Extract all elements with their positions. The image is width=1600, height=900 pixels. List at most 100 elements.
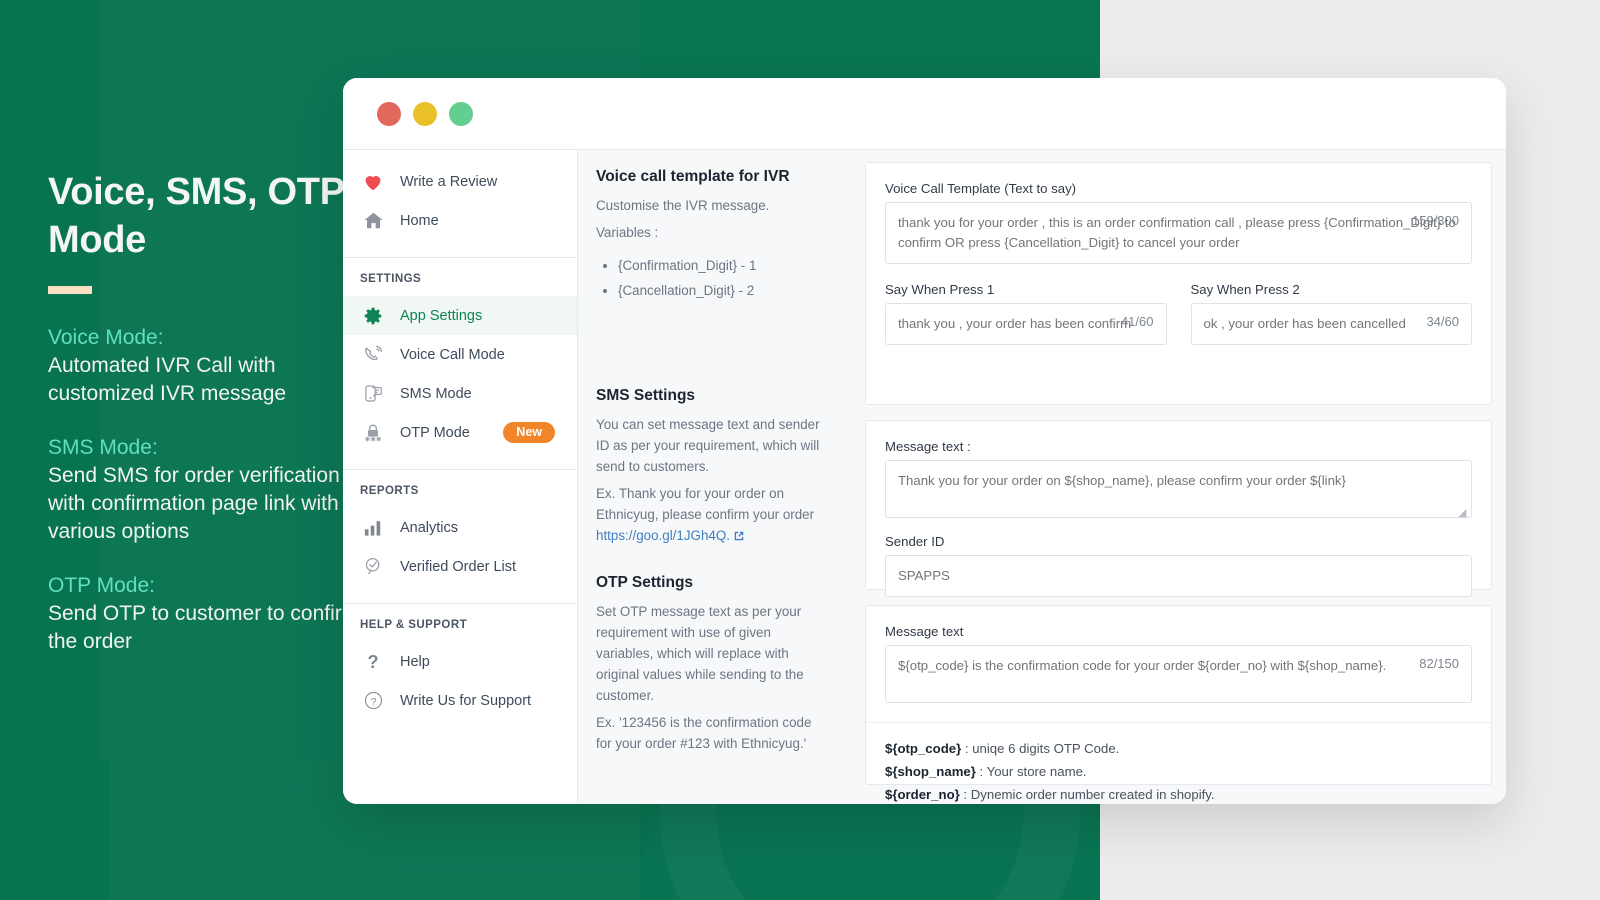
otp-message-char-count: 82/150 xyxy=(1419,656,1459,671)
sidebar-item-label: Home xyxy=(400,212,439,229)
svg-text:?: ? xyxy=(367,652,378,672)
promo-block-otp: OTP Mode: Send OTP to customer to confir… xyxy=(48,572,378,656)
voice-template-label: Voice Call Template (Text to say) xyxy=(885,181,1077,196)
section-title-otp: OTP Settings xyxy=(596,574,694,591)
say-when-press-2-group: Say When Press 2 34/60 xyxy=(1190,282,1472,345)
promo-block-sms: SMS Mode: Send SMS for order verificatio… xyxy=(48,434,378,546)
sidebar-item-label: Analytics xyxy=(400,519,459,536)
sms-message-label: Message text : xyxy=(885,439,971,454)
phone-call-icon xyxy=(360,344,386,366)
sidebar-item-app-settings[interactable]: App Settings xyxy=(343,296,577,335)
list-item: ${otp_code} : uniqe 6 digits OTP Code. xyxy=(885,737,1472,760)
external-link-icon xyxy=(733,527,745,548)
sms-message-field-wrap: ◢ xyxy=(885,460,1472,523)
sidebar-group-label-settings: SETTINGS xyxy=(360,273,422,285)
section-desc-sms: You can set message text and sender ID a… xyxy=(596,417,820,474)
minimize-window-button[interactable] xyxy=(413,101,437,126)
list-item: {Cancellation_Digit} - 2 xyxy=(618,278,829,303)
press2-label: Say When Press 2 xyxy=(1190,282,1300,297)
sidebar-item-voice-call-mode[interactable]: Voice Call Mode xyxy=(343,335,577,374)
list-item: {Confirmation_Digit} - 1 xyxy=(618,253,829,278)
settings-description-column: Voice call template for IVR Customise th… xyxy=(578,149,853,804)
variable-name: ${otp_code} xyxy=(885,741,962,756)
promo-block-desc: Automated IVR Call with customized IVR m… xyxy=(48,354,287,405)
sidebar-item-write-a-review[interactable]: Write a Review xyxy=(343,162,577,201)
promo-block-title: SMS Mode: xyxy=(48,436,158,459)
sidebar-item-write-us-for-support[interactable]: ? Write Us for Support xyxy=(343,681,577,720)
svg-text:✱✱✱: ✱✱✱ xyxy=(365,436,382,443)
section-title-voice: Voice call template for IVR xyxy=(596,168,790,185)
section-example-otp: Ex. '123456 is the confirmation code for… xyxy=(596,715,812,751)
svg-text:?: ? xyxy=(370,696,376,708)
sidebar-item-label: Write a Review xyxy=(400,173,498,190)
promo-block-desc: Send SMS for order verification with con… xyxy=(48,464,340,543)
section-desc-otp: Set OTP message text as per your require… xyxy=(596,604,804,703)
sidebar-item-help[interactable]: ? Help xyxy=(343,642,577,681)
sms-section-description: SMS Settings You can set message text an… xyxy=(596,387,829,548)
list-item: ${shop_name} : Your store name. xyxy=(885,760,1472,783)
sms-message-input[interactable] xyxy=(885,460,1472,518)
voice-template-char-count: 159/300 xyxy=(1412,213,1459,228)
bar-chart-icon xyxy=(360,517,386,539)
sms-sender-input[interactable] xyxy=(885,555,1472,597)
otp-variables-legend: ${otp_code} : uniqe 6 digits OTP Code. $… xyxy=(866,722,1491,804)
variables-label-voice: Variables : xyxy=(596,225,659,240)
sidebar-item-label: SMS Mode xyxy=(400,385,472,402)
voice-settings-card: Voice Call Template (Text to say) 159/30… xyxy=(865,162,1492,405)
sidebar-item-home[interactable]: Home xyxy=(343,201,577,240)
sidebar-item-label: Help xyxy=(400,653,430,670)
sidebar-group-label-help: HELP & SUPPORT xyxy=(360,619,468,631)
home-icon xyxy=(360,210,386,232)
app-window: Write a Review Home SETTINGS App Setting… xyxy=(343,78,1506,804)
section-title-sms: SMS Settings xyxy=(596,387,696,404)
variables-list-voice: {Confirmation_Digit} - 1 {Cancellation_D… xyxy=(618,253,829,303)
question-mark-icon: ? xyxy=(360,651,386,673)
variable-desc: : Dynemic order number created in shopif… xyxy=(959,787,1215,802)
settings-form-column: Voice Call Template (Text to say) 159/30… xyxy=(853,149,1506,804)
press2-char-count: 34/60 xyxy=(1426,314,1459,329)
promo-block-voice: Voice Mode: Automated IVR Call with cust… xyxy=(48,324,378,408)
sms-sender-label: Sender ID xyxy=(885,534,945,549)
sidebar-item-analytics[interactable]: Analytics xyxy=(343,508,577,547)
press1-char-count: 41/60 xyxy=(1120,314,1154,329)
maximize-window-button[interactable] xyxy=(449,101,473,126)
promo-block-title: Voice Mode: xyxy=(48,326,164,349)
sidebar-item-verified-order-list[interactable]: Verified Order List xyxy=(343,547,577,586)
voice-template-input[interactable] xyxy=(885,202,1472,264)
voice-template-field-wrap: 159/300 xyxy=(885,202,1472,269)
sidebar-item-otp-mode[interactable]: ✱✱✱ OTP Mode New xyxy=(343,413,577,452)
status-badge-new: New xyxy=(503,422,555,443)
press2-field-wrap: 34/60 xyxy=(1190,303,1472,345)
otp-message-input[interactable] xyxy=(885,645,1472,703)
question-circle-icon: ? xyxy=(360,690,386,712)
sidebar-item-label: Write Us for Support xyxy=(400,692,532,709)
sidebar-item-label: Verified Order List xyxy=(400,558,517,575)
textarea-resize-handle[interactable]: ◢ xyxy=(1458,508,1467,519)
promo-accent-rule xyxy=(48,286,92,294)
verified-search-icon xyxy=(360,556,386,578)
example-shortlink[interactable]: https://goo.gl/1JGh4Q. xyxy=(596,528,730,543)
lock-asterisk-icon: ✱✱✱ xyxy=(360,422,386,444)
sidebar-item-label: Voice Call Mode xyxy=(400,346,505,363)
sidebar-item-sms-mode[interactable]: SMS Mode xyxy=(343,374,577,413)
sidebar: Write a Review Home SETTINGS App Setting… xyxy=(343,149,578,804)
variable-desc: : Your store name. xyxy=(975,764,1087,779)
variable-name: ${order_no} xyxy=(885,787,960,802)
sidebar-item-label: App Settings xyxy=(400,307,483,324)
variable-desc: : uniqe 6 digits OTP Code. xyxy=(961,741,1120,756)
promo-block-title: OTP Mode: xyxy=(48,574,155,597)
say-when-press-1-group: Say When Press 1 41/60 xyxy=(885,282,1167,345)
otp-settings-card: Message text 82/150 ${otp_code} : uniqe … xyxy=(865,605,1492,802)
section-desc-voice: Customise the IVR message. xyxy=(596,198,770,213)
voice-section-description: Voice call template for IVR Customise th… xyxy=(596,168,829,303)
sms-chat-icon xyxy=(360,383,386,405)
variable-name: ${shop_name} xyxy=(885,764,976,779)
list-item: ${order_no} : Dynemic order number creat… xyxy=(885,783,1472,804)
press1-label: Say When Press 1 xyxy=(885,282,995,297)
promo-panel: Voice, SMS, OTP Mode Voice Mode: Automat… xyxy=(48,168,378,682)
promo-block-desc: Send OTP to customer to confirm the orde… xyxy=(48,602,360,653)
section-example-sms: Ex. Thank you for your order on Ethnicyu… xyxy=(596,483,829,548)
sms-settings-card: Message text : ◢ Sender ID xyxy=(865,420,1492,597)
close-window-button[interactable] xyxy=(377,101,401,126)
otp-message-label: Message text xyxy=(885,624,964,639)
